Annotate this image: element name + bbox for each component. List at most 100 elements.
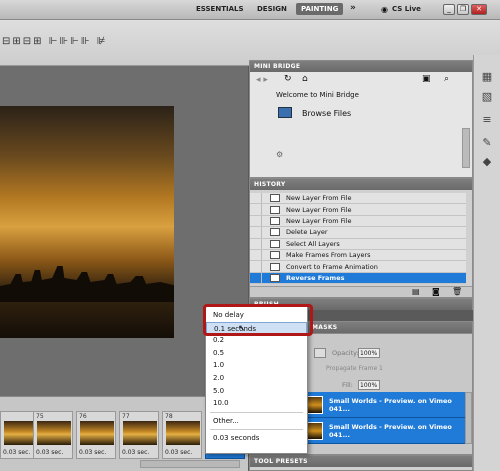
history-item-label: Select All Layers (286, 239, 340, 248)
frame-thumbnail (166, 421, 200, 445)
menu-item-5-0[interactable]: 5.0 (206, 385, 307, 398)
tool-presets-panel: TOOL PRESETS (249, 455, 473, 471)
clone-source-icon[interactable]: ◆ (479, 155, 495, 169)
minimize-button[interactable]: _ (443, 4, 455, 15)
highlight-annotation (203, 304, 313, 336)
history-step-icon (270, 194, 280, 203)
close-button[interactable]: ✕ (471, 4, 487, 15)
history-snapshot-checkbox[interactable] (250, 249, 262, 261)
fill-label: Fill: (342, 381, 353, 389)
brush-settings-icon[interactable]: ✎ (479, 136, 495, 150)
workspace-design[interactable]: DESIGN (257, 5, 287, 13)
history-step-icon (270, 262, 280, 271)
history-snapshot-checkbox[interactable] (250, 272, 262, 284)
distribute-icons[interactable]: ⊟⊞⊟⊞ ⊩⊪⊩⊪ ⊯ (2, 36, 107, 47)
history-snapshot-checkbox[interactable] (250, 227, 262, 238)
browse-files-icon[interactable] (278, 107, 292, 118)
history-snapshot-checkbox[interactable] (250, 215, 262, 227)
frame-number: 76 (79, 413, 87, 420)
view-icon[interactable]: ▣ (422, 74, 431, 84)
swatches-icon[interactable]: ▧ (479, 90, 495, 104)
cursor-icon: ↖ (238, 324, 246, 334)
menu-item-2-0[interactable]: 2.0 (206, 372, 307, 385)
frame-77[interactable]: 77 0.03 sec. (119, 411, 159, 459)
bridge-settings-icon[interactable]: ⚙ (276, 150, 283, 159)
history-item[interactable]: Make Frames From Layers (250, 249, 466, 262)
layer-name: Small Worlds - Preview. on Vimeo 041... (329, 422, 452, 439)
workspace-essentials[interactable]: ESSENTIALS (196, 5, 244, 13)
menu-item-other[interactable]: Other... (206, 415, 307, 428)
back-icon[interactable]: ◂ ▸ (256, 75, 268, 85)
adjustments-icon[interactable]: ≡ (479, 113, 495, 127)
opacity-label: Opacity: (332, 349, 359, 357)
timeline-scrollbar[interactable] (140, 460, 240, 468)
more-workspaces-button[interactable]: » (350, 3, 356, 13)
home-icon[interactable]: ⌂ (302, 74, 308, 84)
propagate-checkbox[interactable]: Propagate Frame 1 (326, 365, 383, 372)
frame-number: 78 (165, 413, 173, 420)
history-item-label: Convert to Frame Animation (286, 262, 378, 271)
layer-thumbnail (306, 395, 323, 414)
history-item[interactable]: Select All Layers (250, 238, 466, 250)
menu-item-current-delay[interactable]: 0.03 seconds (206, 432, 307, 445)
refresh-icon[interactable]: ↻ (284, 74, 292, 84)
history-step-icon (270, 205, 280, 214)
fill-input[interactable]: 100% (358, 380, 380, 390)
frame-delay[interactable]: 0.03 sec. (79, 449, 106, 456)
history-snapshot-checkbox[interactable] (250, 238, 262, 249)
workspace-painting[interactable]: PAINTING (296, 3, 344, 15)
history-step-icon (270, 251, 280, 260)
layer-thumbnail (306, 421, 323, 440)
menu-item-0-5[interactable]: 0.5 (206, 347, 307, 360)
history-snapshot-checkbox[interactable] (250, 204, 262, 215)
menu-separator (210, 429, 303, 431)
history-item[interactable]: New Layer From File (250, 193, 466, 205)
frame-75[interactable]: 75 0.03 sec. (33, 411, 73, 459)
history-item-label: New Layer From File (286, 194, 352, 203)
frame-78[interactable]: 78 0.03 sec. (162, 411, 202, 459)
history-item[interactable]: New Layer From File (250, 204, 466, 216)
layers-scrollbar[interactable] (465, 392, 472, 444)
opacity-input[interactable]: 100% (358, 348, 380, 358)
frame-delay[interactable]: 0.03 sec. (122, 449, 149, 456)
menu-item-1-0[interactable]: 1.0 (206, 359, 307, 372)
history-step-icon (270, 239, 280, 248)
search-icon[interactable]: ⌕ (444, 74, 449, 84)
history-title: HISTORY (250, 179, 472, 190)
menu-item-0-2[interactable]: 0.2 (206, 334, 307, 347)
frame-number: 77 (122, 413, 130, 420)
history-step-icon (270, 273, 280, 282)
history-item-label: Reverse Frames (286, 273, 345, 282)
tool-presets-title[interactable]: TOOL PRESETS (250, 456, 472, 467)
history-item-label: New Layer From File (286, 216, 352, 225)
color-icon[interactable]: ▦ (479, 70, 495, 84)
menu-item-10-0[interactable]: 10.0 (206, 397, 307, 410)
mini-bridge-panel: MINI BRIDGE ◂ ▸ ↻ ⌂ ▣ ⌕ Welcome to Mini … (249, 60, 473, 178)
history-list: New Layer From File New Layer From File Ne… (250, 190, 466, 285)
history-item[interactable]: Convert to Frame Animation (250, 261, 466, 273)
cs-live-button[interactable]: CS Live (392, 5, 421, 13)
history-item[interactable]: Reverse Frames (250, 272, 466, 285)
blend-mode-dropdown[interactable] (314, 348, 326, 358)
history-snapshot-checkbox[interactable] (250, 193, 262, 204)
cs-live-icon: ◉ (381, 5, 388, 14)
frame-delay[interactable]: 0.03 sec. (165, 449, 192, 456)
history-step-icon (270, 216, 280, 225)
new-document-icon[interactable]: ▤ (412, 287, 420, 296)
trash-icon[interactable]: 🗑 (452, 287, 462, 296)
history-item[interactable]: New Layer From File (250, 215, 466, 228)
frame-thumbnail (123, 421, 157, 445)
frame-delay[interactable]: 0.03 sec. (3, 449, 30, 456)
history-footer: ▤ ◙ 🗑 (250, 286, 472, 297)
snapshot-icon[interactable]: ◙ (432, 287, 440, 296)
history-snapshot-checkbox[interactable] (250, 261, 262, 272)
mini-bridge-scrollbar[interactable] (462, 128, 470, 168)
sunset-image (0, 106, 174, 338)
history-item[interactable]: Delete Layer (250, 227, 466, 239)
frame-76[interactable]: 76 0.03 sec. (76, 411, 116, 459)
layer-name: Small Worlds - Preview. on Vimeo 041... (329, 396, 452, 413)
restore-button[interactable]: ❐ (457, 4, 469, 15)
frame-delay[interactable]: 0.03 sec. (36, 449, 63, 456)
frame-number: 75 (36, 413, 44, 420)
browse-files-link[interactable]: Browse Files (302, 109, 351, 118)
